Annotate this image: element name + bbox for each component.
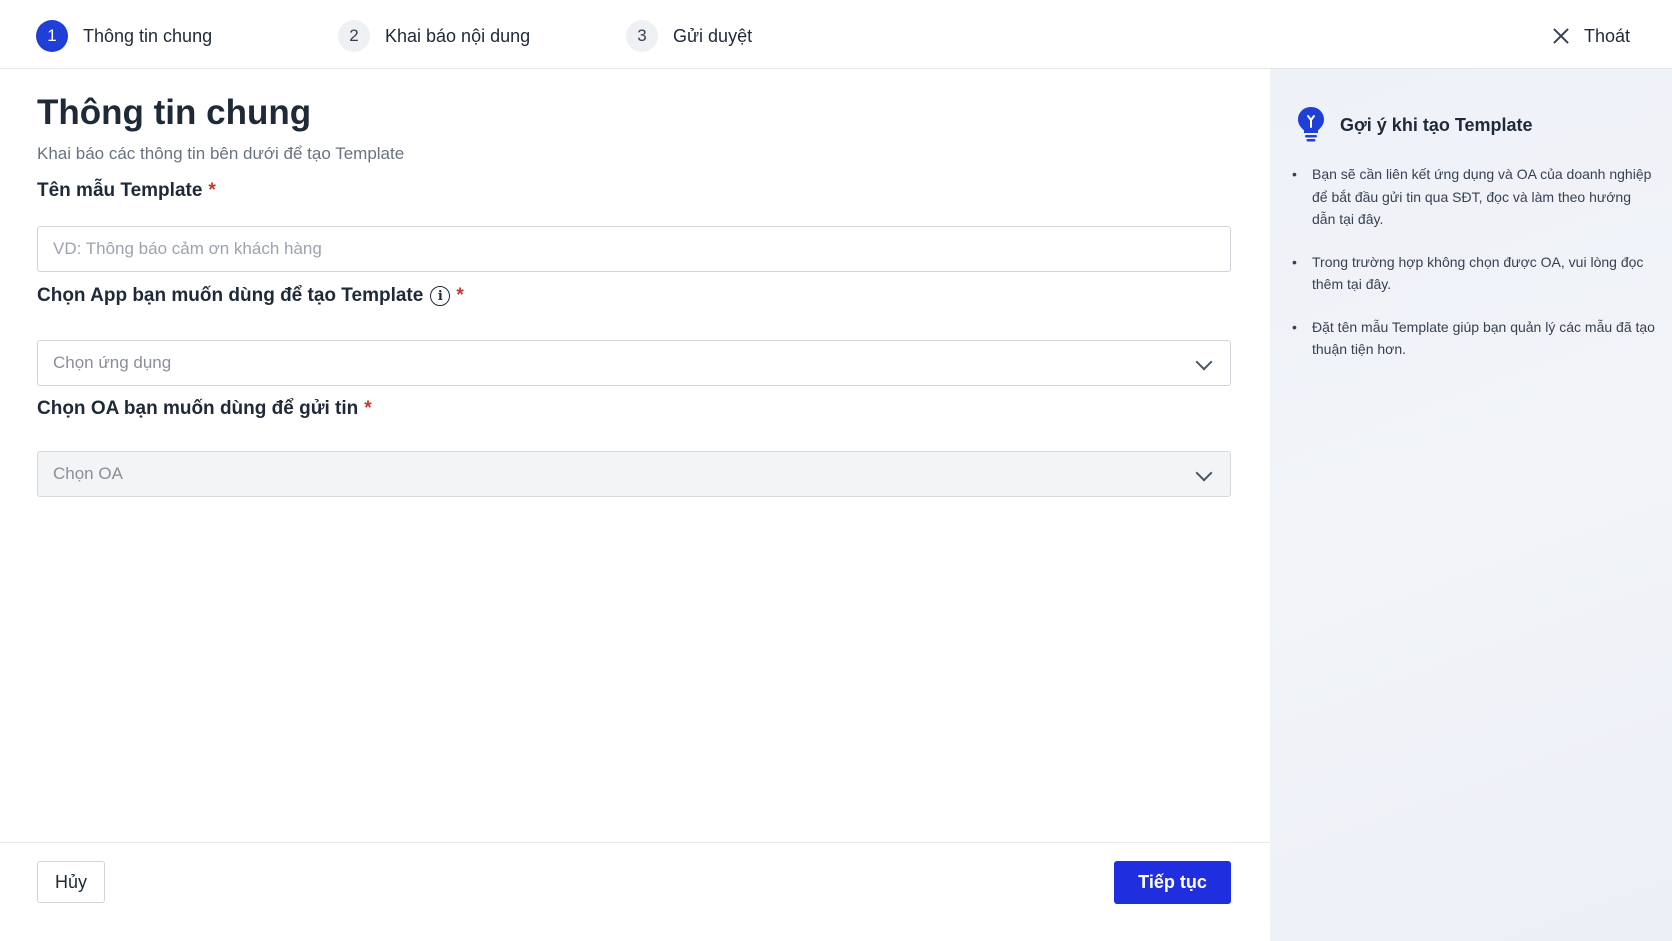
tips-list: Bạn sẽ cần liên kết ứng dụng và OA của d…	[1292, 163, 1658, 381]
tip-item: Đặt tên mẫu Template giúp bạn quản lý cá…	[1292, 316, 1658, 361]
tip-item: Bạn sẽ cần liên kết ứng dụng và OA của d…	[1292, 163, 1658, 231]
lightbulb-icon	[1298, 107, 1324, 142]
tip-item: Trong trường hợp không chọn được OA, vui…	[1292, 251, 1658, 296]
step-submit-review[interactable]: 3 Gửi duyệt	[626, 20, 752, 52]
cancel-button[interactable]: Hủy	[37, 861, 105, 903]
app-select[interactable]: Chọn ứng dụng	[37, 340, 1231, 386]
exit-button[interactable]: Thoát	[1552, 22, 1630, 50]
form-panel: Thông tin chung Khai báo các thông tin b…	[0, 69, 1270, 842]
template-name-label-text: Tên mẫu Template	[37, 180, 203, 201]
step-content-declaration[interactable]: 2 Khai báo nội dung	[338, 20, 530, 52]
form-footer: Hủy Tiếp tục	[0, 842, 1270, 941]
required-mark: *	[456, 285, 464, 306]
step-number-1: 1	[36, 20, 68, 52]
tips-header: Gợi ý khi tạo Template	[1296, 105, 1533, 145]
chevron-down-icon	[1195, 464, 1213, 482]
step-general-info[interactable]: 1 Thông tin chung	[36, 20, 212, 52]
template-name-label: Tên mẫu Template *	[37, 180, 216, 202]
tips-panel: Gợi ý khi tạo Template Bạn sẽ cần liên k…	[1270, 69, 1672, 941]
oa-select-placeholder: Chọn OA	[53, 464, 123, 483]
app-select-placeholder: Chọn ứng dụng	[53, 353, 172, 372]
required-mark: *	[208, 180, 216, 201]
continue-button[interactable]: Tiếp tục	[1114, 861, 1231, 904]
oa-select[interactable]: Chọn OA	[37, 451, 1231, 497]
step-label-1: Thông tin chung	[83, 25, 213, 46]
required-mark: *	[364, 398, 372, 419]
stepper-bar: 1 Thông tin chung 2 Khai báo nội dung 3 …	[0, 0, 1672, 69]
step-label-2: Khai báo nội dung	[385, 25, 531, 46]
close-icon	[1552, 27, 1570, 45]
app-select-label: Chọn App bạn muốn dùng để tạo Template i…	[37, 285, 464, 307]
page-subtitle: Khai báo các thông tin bên dưới để tạo T…	[37, 144, 405, 163]
step-number-3: 3	[626, 20, 658, 52]
tips-title: Gợi ý khi tạo Template	[1340, 114, 1533, 135]
info-icon[interactable]: i	[430, 286, 451, 306]
oa-select-label-text: Chọn OA bạn muốn dùng để gửi tin	[37, 398, 359, 419]
template-name-input[interactable]	[37, 226, 1231, 272]
oa-select-label: Chọn OA bạn muốn dùng để gửi tin *	[37, 398, 372, 420]
app-select-label-text: Chọn App bạn muốn dùng để tạo Template	[37, 285, 424, 306]
page-title: Thông tin chung	[37, 93, 312, 132]
step-label-3: Gửi duyệt	[673, 25, 753, 46]
chevron-down-icon	[1195, 353, 1213, 371]
exit-label: Thoát	[1583, 25, 1630, 46]
step-number-2: 2	[338, 20, 370, 52]
